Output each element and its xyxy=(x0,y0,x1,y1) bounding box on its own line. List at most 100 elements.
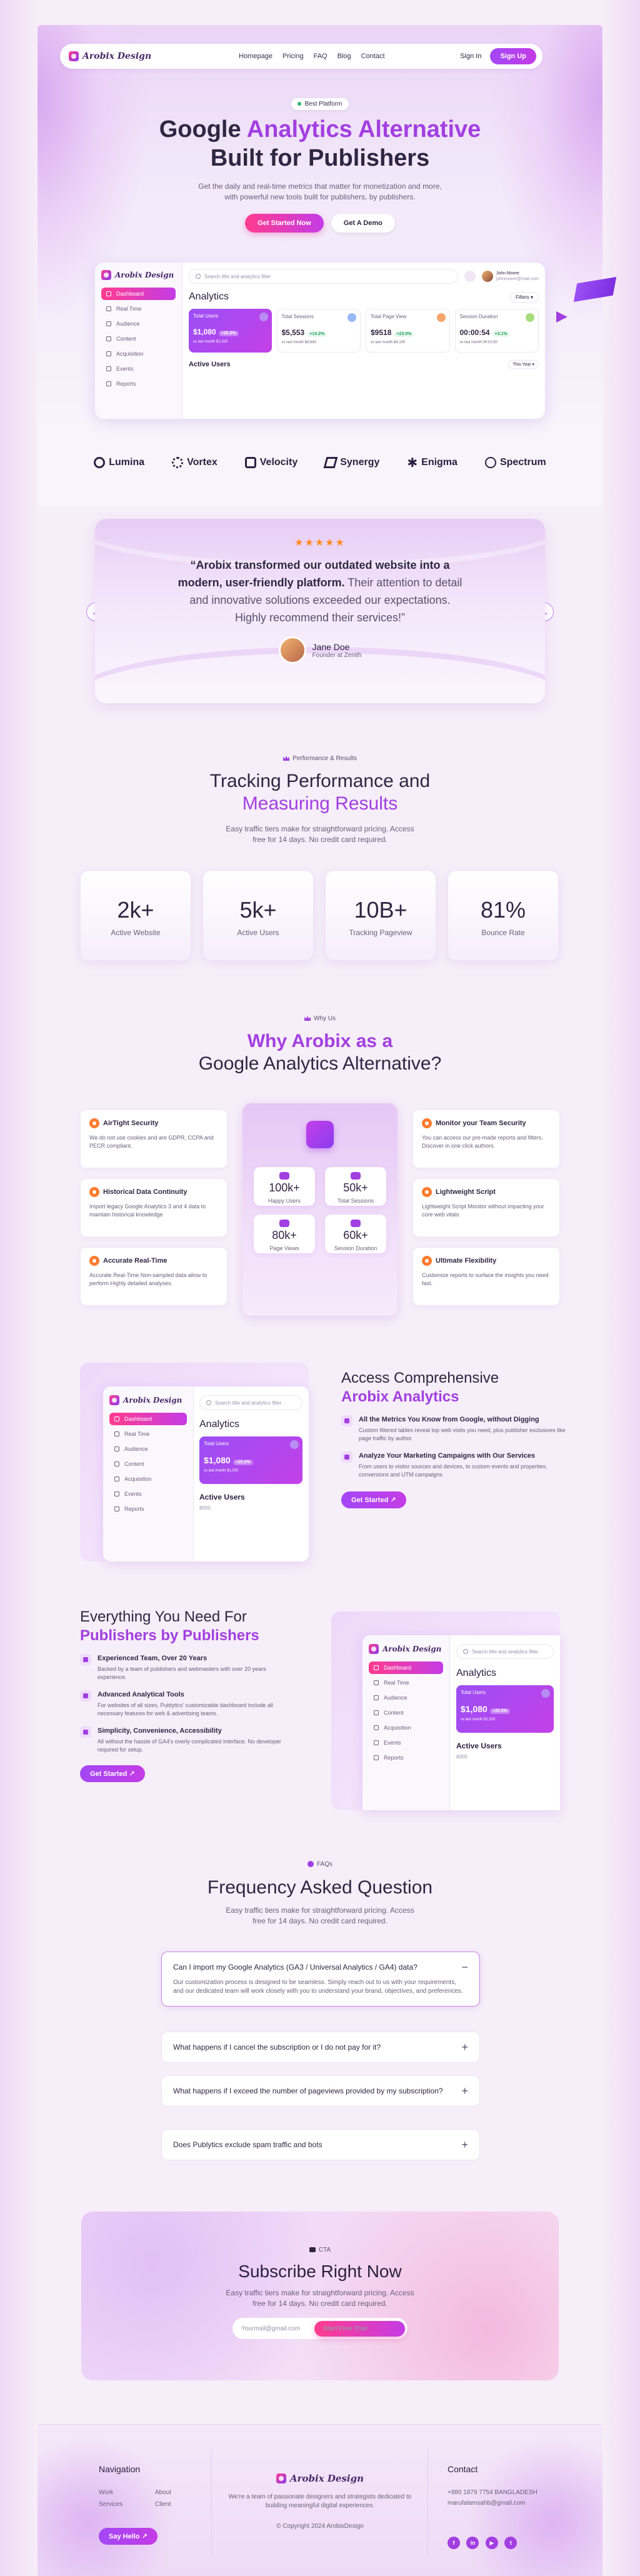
footer-phone[interactable]: +880 1879 7754 BANGLADESH xyxy=(448,2489,572,2496)
stat-card-pct: +20.0% xyxy=(232,1460,253,1465)
sidebar-item-reports[interactable]: Reports xyxy=(109,1503,187,1515)
stat-card-total-page-view[interactable]: Total Page View $9518 +23.0% vs last month … xyxy=(366,309,450,353)
sidebar-item-events[interactable]: Events xyxy=(369,1737,443,1749)
sidebar-item-acquisition[interactable]: Acquisition xyxy=(101,348,176,360)
facebook-icon[interactable]: f xyxy=(448,2537,460,2549)
performance-subtitle: Easy traffic tiers make for straightforw… xyxy=(38,824,602,845)
users-icon xyxy=(541,1689,550,1698)
logo-mark-icon xyxy=(369,1644,379,1654)
logo-mark-icon xyxy=(109,1395,119,1405)
sidebar-item-dashboard[interactable]: Dashboard xyxy=(109,1413,187,1425)
sidebar-item-audience[interactable]: Audience xyxy=(109,1443,187,1455)
footer-link-services[interactable]: Services xyxy=(99,2501,155,2508)
sidebar-item-dashboard[interactable]: Dashboard xyxy=(101,288,176,300)
stat-card-session-duration[interactable]: Session Duration 00:00:54 +3.1% vs last mon… xyxy=(454,309,539,353)
sidebar-item-events[interactable]: Events xyxy=(101,363,176,375)
sidebar-item-reports[interactable]: Reports xyxy=(101,378,176,390)
sidebar-item-content[interactable]: Content xyxy=(369,1706,443,1719)
user-profile[interactable]: John Moore johnmoore@mail.com xyxy=(481,271,539,282)
expand-icon[interactable]: + xyxy=(461,2139,468,2150)
stat-card-total-sessions[interactable]: Total Sessions $5,553 +14.2% vs last month … xyxy=(276,309,361,353)
sidebar-item-content[interactable]: Content xyxy=(109,1458,187,1470)
sidebar-item-acquisition[interactable]: Acquisition xyxy=(369,1722,443,1734)
youtube-icon[interactable]: ▶ xyxy=(485,2537,498,2549)
footer-link-about[interactable]: About xyxy=(155,2489,211,2496)
feature-desc: Accurate Real-Time Non-sampled data allo… xyxy=(89,1272,208,1286)
users-icon xyxy=(279,1172,289,1180)
logo-mark-icon xyxy=(101,270,111,280)
arrow-up-right-icon: ↗ xyxy=(390,1496,396,1504)
faq-item-exceed[interactable]: What happens if I exceed the number of p… xyxy=(161,2075,480,2107)
dashboard-sidebar: Arobix Design Dashboard Real Time Audien… xyxy=(95,263,182,419)
performance-title: Tracking Performance and Measuring Result… xyxy=(38,770,602,815)
stat-card-pct: +14.2% xyxy=(307,331,328,337)
sidebar-item-dashboard[interactable]: Dashboard xyxy=(369,1661,443,1674)
sidebar-item-real-time[interactable]: Real Time xyxy=(101,303,176,315)
hero-subtitle-line2: with powerful new tools built for publis… xyxy=(224,193,416,201)
say-hello-button[interactable]: Say Hello ↗ xyxy=(99,2528,158,2545)
nav-link-blog[interactable]: Blog xyxy=(338,53,351,60)
search-input[interactable]: Search title and analytics filter xyxy=(456,1644,554,1659)
bullet-title: Analyze Your Marketing Campaigns with Ou… xyxy=(359,1452,536,1460)
sidebar-item-real-time[interactable]: Real Time xyxy=(109,1428,187,1440)
faq-item-spam[interactable]: Does Publytics exclude spam traffic and … xyxy=(161,2129,480,2160)
footer-center: Arobix Design We're a team of passionate… xyxy=(212,2473,428,2530)
search-placeholder: Search title and analytics filter xyxy=(215,1400,282,1406)
sidebar-item-events[interactable]: Events xyxy=(109,1488,187,1500)
sidebar-item-content[interactable]: Content xyxy=(101,333,176,345)
footer-email[interactable]: marufalamsahb@gmail.com xyxy=(448,2500,572,2507)
faq-item-cancel[interactable]: What happens if I cancel the subscriptio… xyxy=(161,2032,480,2063)
bullet-desc: All without the hassle of GA4's overly c… xyxy=(98,1738,281,1753)
access-get-started-button[interactable]: Get Started ↗ xyxy=(341,1491,406,1508)
email-field[interactable]: Yourmail@gmail.com Start Free Trial xyxy=(232,2318,408,2339)
sign-in-link[interactable]: Sign In xyxy=(460,53,481,60)
panel-stat-card[interactable]: Total Users $1,080 +20.0% vs last month $1,… xyxy=(199,1436,302,1484)
bell-icon[interactable] xyxy=(464,271,476,282)
nav-link-pricing[interactable]: Pricing xyxy=(282,53,304,60)
filters-button[interactable]: Filters ▾ xyxy=(509,291,539,303)
collapse-icon[interactable]: − xyxy=(461,1962,468,1973)
brand-spectrum: Spectrum xyxy=(484,457,546,468)
sidebar-item-real-time[interactable]: Real Time xyxy=(369,1676,443,1689)
chart-icon xyxy=(106,351,111,356)
nav-link-faq[interactable]: FAQ xyxy=(314,53,328,60)
expand-icon[interactable]: + xyxy=(461,2085,468,2097)
nav-link-homepage[interactable]: Homepage xyxy=(239,53,272,60)
simplicity-icon xyxy=(80,1727,91,1738)
panel-stat-card[interactable]: Total Users $1,080 +20.0% vs last month $1,… xyxy=(456,1685,554,1733)
quote-line4: Highly recommend their services!” xyxy=(234,611,406,624)
stat-card-label: Session Duration xyxy=(459,314,498,319)
get-started-now-button[interactable]: Get Started Now xyxy=(245,214,324,233)
search-icon xyxy=(196,274,201,279)
sidebar-item-acquisition[interactable]: Acquisition xyxy=(109,1473,187,1485)
nav-link-contact[interactable]: Contact xyxy=(361,53,385,60)
sidebar-item-audience[interactable]: Audience xyxy=(369,1691,443,1704)
sign-up-button[interactable]: Sign Up xyxy=(490,48,536,64)
chart-icon xyxy=(114,1476,119,1481)
linkedin-icon[interactable]: in xyxy=(466,2537,479,2549)
search-icon xyxy=(206,1400,211,1405)
start-free-trial-button[interactable]: Start Free Trial xyxy=(314,2320,405,2337)
sidebar-item-audience[interactable]: Audience xyxy=(101,318,176,330)
footer-link-client[interactable]: Client xyxy=(155,2501,211,2508)
get-a-demo-button[interactable]: Get A Demo xyxy=(331,214,395,233)
period-select[interactable]: This Year ▾ xyxy=(508,360,539,369)
logo[interactable]: Arobix Design xyxy=(69,51,151,61)
stat-card-total-users[interactable]: Total Users $1,080 +20.0% vs last month $1,… xyxy=(189,309,272,353)
everything-get-started-button[interactable]: Get Started ↗ xyxy=(80,1765,145,1782)
hero-title-line2: Built for Publishers xyxy=(210,145,430,171)
session-icon xyxy=(348,313,356,322)
subscribe-sub-line1: Easy traffic tiers make for straightforw… xyxy=(226,2288,414,2297)
expand-icon[interactable]: + xyxy=(461,2042,468,2053)
search-input[interactable]: Search title and analytics filter xyxy=(199,1395,302,1410)
faq-item-import[interactable]: Can I import my Google Analytics (GA3 / … xyxy=(161,1952,480,2007)
twitter-icon[interactable]: t xyxy=(504,2537,518,2549)
stat-label: Bounce Rate xyxy=(481,928,525,937)
calendar-icon xyxy=(106,366,111,371)
sidebar-item-reports[interactable]: Reports xyxy=(369,1752,443,1764)
search-input[interactable]: Search title and analytics filter xyxy=(189,269,458,284)
panel-main: Search title and analytics filter Analyt… xyxy=(456,1644,554,1810)
why-title-line2: Google Analytics Alternative? xyxy=(198,1053,442,1074)
user-email: johnmoore@mail.com xyxy=(496,277,539,281)
footer-link-work[interactable]: Work xyxy=(99,2489,155,2496)
